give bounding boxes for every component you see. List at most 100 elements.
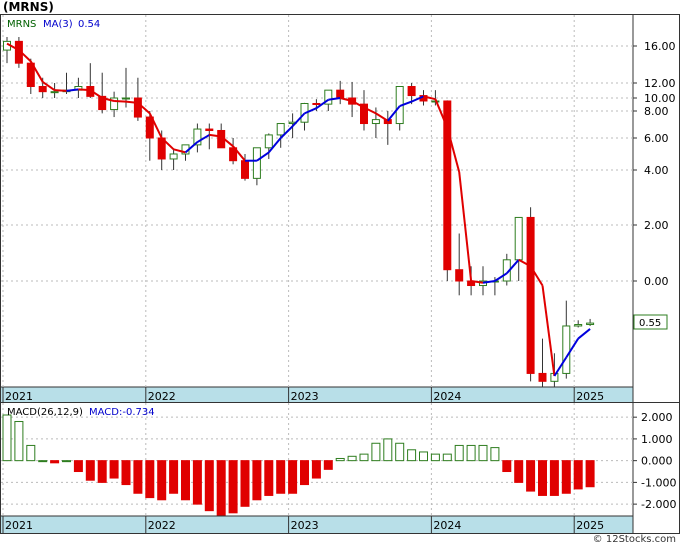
macd-ytick-label: 2.000 [641, 411, 673, 424]
candle-body [574, 324, 583, 327]
macd-chart: 2.000 1.000 0.000 -1.000 -2.000 2021 2022 2023… [1, 403, 676, 533]
candle-body [50, 91, 59, 94]
macd-bar [466, 444, 476, 462]
candle-body [312, 102, 321, 105]
macd-bar [502, 460, 512, 473]
price-ytick-label: 0.00 [644, 275, 669, 288]
candle-body [538, 372, 547, 382]
macd-bar [228, 460, 238, 514]
macd-bar [181, 460, 190, 501]
candle-body [205, 128, 214, 131]
macd-bar [407, 449, 417, 462]
macd-bar [538, 460, 547, 496]
ma-line-segment [78, 88, 91, 92]
macd-bar [300, 460, 309, 486]
macd-bar [335, 457, 345, 462]
watermark: © 12Stocks.com [592, 534, 676, 545]
macd-bar [395, 442, 405, 462]
candle-body [133, 97, 142, 118]
macd-bar [26, 444, 36, 462]
macd-ytick-label: -2.000 [641, 498, 676, 511]
macd-bar [133, 460, 143, 494]
chart-title: (MRNS) [3, 0, 54, 14]
macd-bar [347, 455, 357, 462]
candle-body [264, 134, 273, 149]
macd-bar [50, 460, 60, 464]
macd-bar [359, 453, 369, 462]
macd-bar [323, 460, 333, 470]
macd-bar [573, 460, 583, 490]
candle-body [371, 119, 380, 125]
macd-legend-label: MACD(26,12,9) [7, 407, 83, 418]
price-ytick-label: 10.00 [644, 92, 676, 105]
ma-line-segment [66, 88, 79, 92]
candle-body [526, 216, 535, 374]
candle-body [407, 86, 416, 97]
ma-line-segment [541, 285, 556, 377]
macd-bar [549, 460, 559, 496]
macd-bar [526, 460, 536, 492]
candle-body [336, 89, 345, 99]
price-ytick-label: 8.00 [644, 105, 669, 118]
macd-bar [442, 453, 452, 462]
macd-bar [14, 421, 24, 462]
ma-line-segment [125, 100, 139, 104]
macd-bar [383, 438, 393, 462]
macd-bar [419, 451, 428, 462]
candle-body [276, 123, 285, 136]
macd-bar [561, 460, 571, 494]
macd-bar [490, 447, 500, 462]
macd-xtick-label: 2023 [291, 519, 319, 532]
macd-legend-value: MACD:-0.734 [89, 407, 155, 418]
macd-bar [192, 460, 202, 505]
candle-body [169, 153, 178, 160]
price-ytick-label: 2.00 [644, 219, 669, 232]
macd-panel: 2.000 1.000 0.000 -1.000 -2.000 2021 2022 2023… [0, 402, 680, 534]
macd-bar [157, 460, 167, 501]
macd-bar [216, 460, 226, 516]
macd-bar [73, 460, 83, 473]
legend-ma-label: MA(3) [43, 19, 73, 30]
macd-xtick-label: 2025 [576, 519, 604, 532]
macd-bar [371, 442, 381, 462]
macd-bar [2, 414, 12, 462]
macd-bar [288, 460, 298, 494]
price-ytick-label: 4.00 [644, 164, 669, 177]
ma-line-segment [114, 99, 127, 103]
macd-xtick-label: 2024 [433, 519, 461, 532]
candle-body [514, 216, 523, 261]
macd-bar [478, 444, 488, 462]
macd-bar [585, 460, 595, 488]
legend-ma-value: 0.54 [78, 19, 100, 30]
candle-body [252, 147, 261, 179]
price-ytick-label: 6.00 [644, 132, 669, 145]
price-panel: 16.00 12.00 10.00 8.00 6.00 4.00 2.00 0.00 2021… [0, 14, 680, 404]
candle-body [241, 160, 249, 179]
candle-body [562, 325, 571, 374]
price-ytick-label: 12.00 [644, 77, 676, 90]
macd-bar [62, 460, 71, 463]
ma-line-segment [577, 328, 591, 340]
macd-bar [169, 460, 179, 494]
macd-ytick-label: 0.000 [641, 455, 673, 468]
candle-body [455, 269, 464, 282]
macd-bar [38, 460, 48, 463]
last-price-label: 0.55 [639, 318, 661, 329]
legend-ticker: MRNS [7, 19, 36, 30]
macd-ytick-label: 1.000 [641, 433, 673, 446]
macd-ytick-label: -1.000 [641, 476, 676, 489]
macd-bar [264, 460, 274, 496]
ma-line-segment [458, 171, 473, 282]
macd-bar [514, 460, 524, 483]
macd-bar [430, 453, 440, 462]
price-ytick-label: 16.00 [644, 40, 676, 53]
macd-bar [276, 460, 286, 494]
candle-body [122, 97, 130, 100]
candle-body [38, 86, 47, 93]
macd-bar [454, 444, 464, 462]
macd-bar [204, 460, 214, 512]
macd-bar [85, 460, 95, 481]
price-chart: 16.0012.0010.008.006.004.002.000.00 2021… [1, 15, 676, 403]
macd-bar [311, 460, 321, 479]
macd-bar [145, 460, 155, 499]
